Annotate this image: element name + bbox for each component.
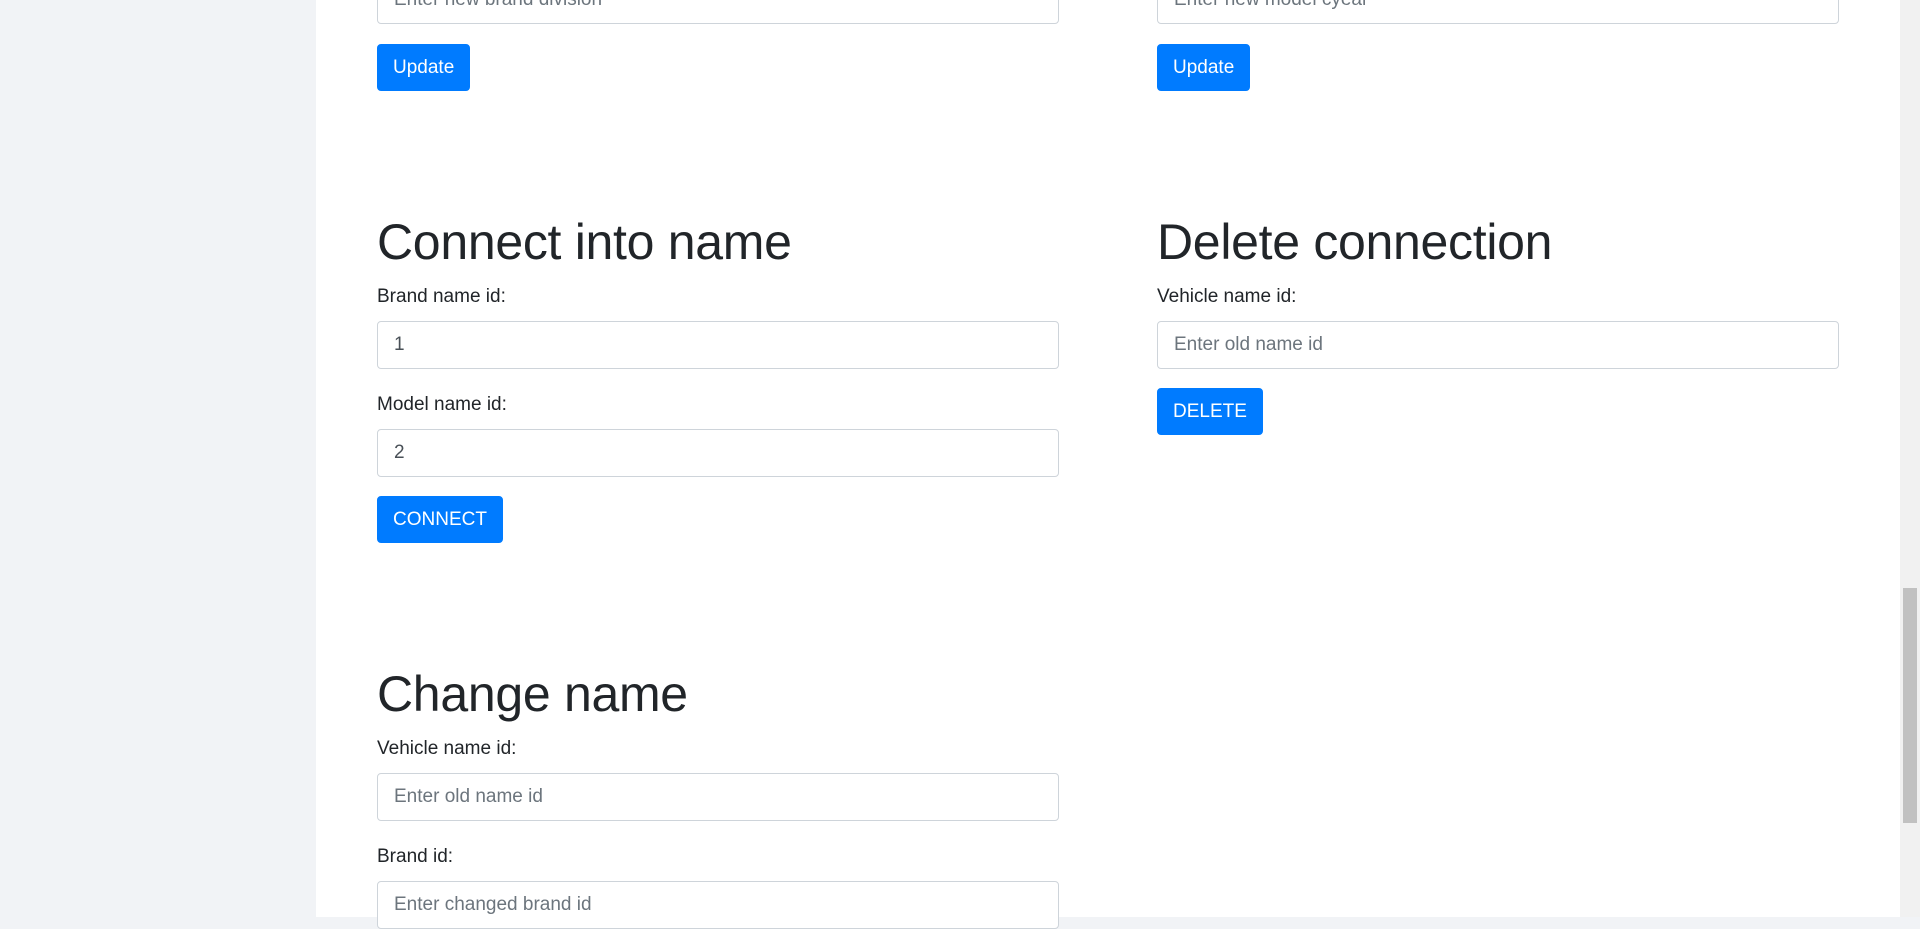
change-brand-id-label: Brand id: (377, 846, 454, 867)
model-name-id-label: Model name id: (377, 394, 507, 415)
page-scrollbar[interactable] (1900, 0, 1920, 917)
model-name-id-input[interactable] (377, 429, 1059, 477)
delete-vehicle-name-id-input[interactable] (1157, 321, 1839, 369)
change-vehicle-name-id-label: Vehicle name id: (377, 738, 517, 759)
brand-name-id-input[interactable] (377, 321, 1059, 369)
brand-name-id-label: Brand name id: (377, 286, 506, 307)
connect-button[interactable]: CONNECT (377, 496, 503, 543)
change-vehicle-name-id-input[interactable] (377, 773, 1059, 821)
brand-division-input[interactable] (377, 0, 1059, 24)
update-cyear-button[interactable]: Update (1157, 44, 1251, 91)
connect-title: Connect into name (377, 214, 792, 270)
scrollbar-thumb[interactable] (1903, 588, 1917, 823)
delete-button[interactable]: DELETE (1157, 388, 1263, 435)
delete-vehicle-name-id-label: Vehicle name id: (1157, 286, 1297, 307)
change-name-title: Change name (377, 666, 688, 722)
model-cyear-input[interactable] (1157, 0, 1839, 24)
change-brand-id-input[interactable] (377, 881, 1059, 929)
delete-connection-title: Delete connection (1157, 214, 1553, 270)
update-division-button[interactable]: Update (377, 44, 471, 91)
